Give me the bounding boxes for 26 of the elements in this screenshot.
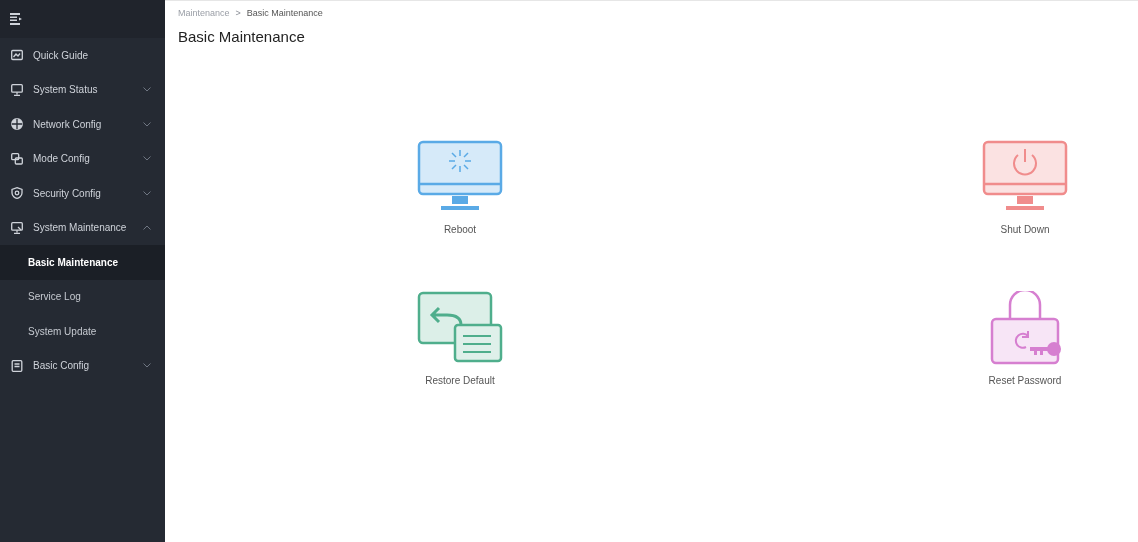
globe-icon <box>11 118 23 131</box>
sidebar-item[interactable]: Security Config <box>0 176 165 211</box>
submenu-item[interactable]: Service Log <box>0 279 165 314</box>
sidebar-item[interactable]: Basic Config <box>0 348 165 383</box>
submenu-item[interactable]: System Update <box>0 314 165 349</box>
picture-icon <box>11 49 23 62</box>
action-label[interactable]: Reboot <box>443 224 477 235</box>
window-arrow-icon[interactable] <box>417 291 503 365</box>
menu-icon[interactable] <box>10 13 22 25</box>
action-label[interactable]: Shut Down <box>1000 224 1050 235</box>
action-label[interactable]: Restore Default <box>425 375 495 386</box>
sidebar-item[interactable]: System Maintenance <box>0 210 165 245</box>
windows-icon <box>11 152 23 165</box>
sidebar-item[interactable]: Mode Config <box>0 141 165 176</box>
page-title: Basic Maintenance <box>178 28 306 45</box>
monitor-icon <box>11 83 23 96</box>
document-icon <box>11 359 23 372</box>
action-label[interactable]: Reset Password <box>988 375 1062 386</box>
breadcrumb-separator: > <box>235 8 241 18</box>
shield-icon <box>11 187 23 200</box>
submenu-item[interactable]: Basic Maintenance <box>0 245 165 280</box>
sidebar-item[interactable]: Network Config <box>0 107 165 142</box>
sidebar-item[interactable]: System Status <box>0 72 165 107</box>
monitor-icon <box>11 221 23 234</box>
sidebar-item[interactable]: Quick Guide <box>0 38 165 73</box>
breadcrumb-item: Basic Maintenance <box>246 8 323 18</box>
